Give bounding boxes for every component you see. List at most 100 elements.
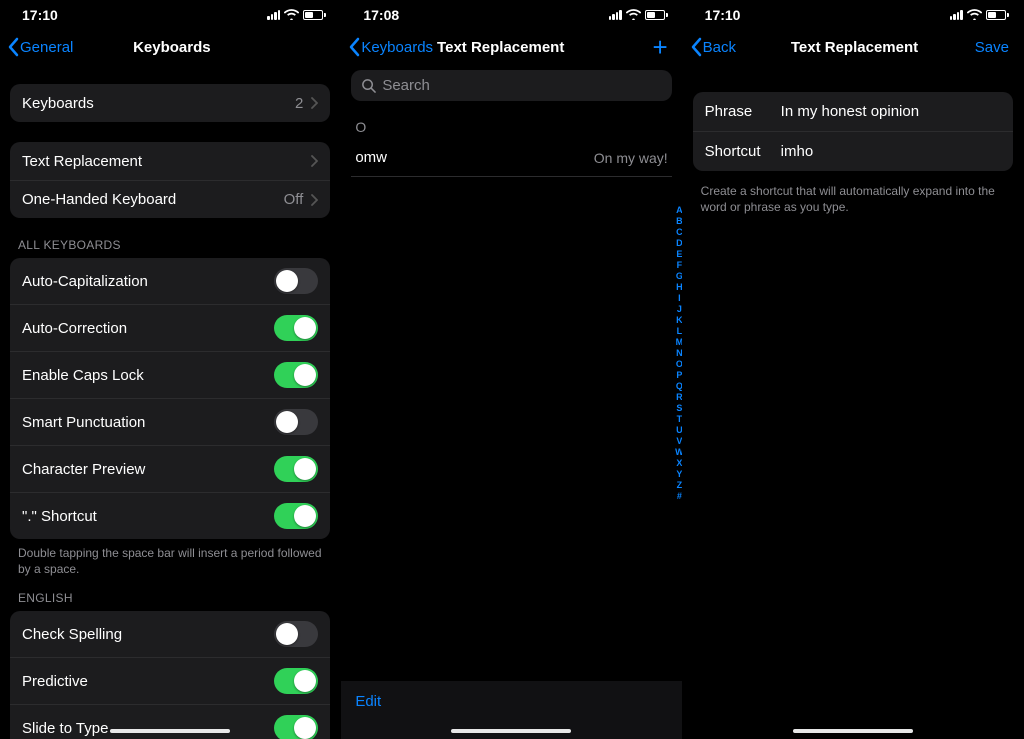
signal-icon xyxy=(609,10,622,20)
toggle-switch[interactable] xyxy=(274,362,318,388)
toggle-label: Smart Punctuation xyxy=(22,414,145,431)
back-button[interactable]: Back xyxy=(689,37,736,57)
back-label: Back xyxy=(703,39,736,56)
status-icons xyxy=(609,7,668,23)
index-letter[interactable]: Y xyxy=(675,469,682,480)
index-letter[interactable]: X xyxy=(675,458,682,469)
toggle-row: Character Preview xyxy=(10,445,330,492)
toggle-row: Check Spelling xyxy=(10,611,330,657)
index-letter[interactable]: O xyxy=(675,359,682,370)
toggle-switch[interactable] xyxy=(274,715,318,739)
toggle-switch[interactable] xyxy=(274,315,318,341)
toggle-switch[interactable] xyxy=(274,503,318,529)
page-title: Text Replacement xyxy=(736,39,973,56)
toolbar: Edit xyxy=(341,681,681,739)
phrase-value: In my honest opinion xyxy=(781,103,919,120)
chevron-left-icon xyxy=(689,37,703,57)
index-letter[interactable]: G xyxy=(675,271,682,282)
home-indicator[interactable] xyxy=(110,729,230,733)
chevron-right-icon xyxy=(311,155,318,167)
toggle-switch[interactable] xyxy=(274,456,318,482)
index-letter[interactable]: Q xyxy=(675,381,682,392)
phrase-row[interactable]: Phrase In my honest opinion xyxy=(693,92,1013,131)
index-letter[interactable]: S xyxy=(675,403,682,414)
toggle-row: Auto-Correction xyxy=(10,304,330,351)
back-button[interactable]: Keyboards xyxy=(347,37,433,57)
index-letter[interactable]: # xyxy=(675,491,682,502)
keyboards-row[interactable]: Keyboards 2 xyxy=(10,84,330,122)
index-letter[interactable]: N xyxy=(675,348,682,359)
chevron-right-icon xyxy=(311,194,318,206)
edit-button[interactable]: Edit xyxy=(355,693,381,710)
index-letter[interactable]: B xyxy=(675,216,682,227)
wifi-icon xyxy=(626,7,641,23)
index-letter[interactable]: H xyxy=(675,282,682,293)
index-letter[interactable]: V xyxy=(675,436,682,447)
index-letter[interactable]: T xyxy=(675,414,682,425)
status-icons xyxy=(267,7,326,23)
index-letter[interactable]: C xyxy=(675,227,682,238)
toggle-label: Predictive xyxy=(22,673,88,690)
index-letter[interactable]: F xyxy=(675,260,682,271)
wifi-icon xyxy=(284,7,299,23)
index-letter[interactable]: M xyxy=(675,337,682,348)
chevron-left-icon xyxy=(347,37,361,57)
index-letter[interactable]: I xyxy=(675,293,682,304)
chevron-right-icon xyxy=(311,97,318,109)
search-input[interactable] xyxy=(382,77,661,94)
screen-text-replacement-form: 17:10 Back Text Replacement Save Phrase … xyxy=(683,0,1024,739)
index-letter[interactable]: E xyxy=(675,249,682,260)
toggle-label: Slide to Type xyxy=(22,720,108,737)
section-letter: O xyxy=(351,109,671,139)
index-letter[interactable]: D xyxy=(675,238,682,249)
all-keyboards-footer: Double tapping the space bar will insert… xyxy=(10,539,330,577)
toggle-row: Slide to Type xyxy=(10,704,330,739)
cell-label: One-Handed Keyboard xyxy=(22,191,176,208)
toggle-switch[interactable] xyxy=(274,621,318,647)
toggle-label: "." Shortcut xyxy=(22,508,97,525)
shortcut-row[interactable]: Shortcut imho xyxy=(693,131,1013,171)
home-indicator[interactable] xyxy=(451,729,571,733)
shortcut-row[interactable]: omwOn my way! xyxy=(351,139,671,177)
text-replacement-row[interactable]: Text Replacement xyxy=(10,142,330,180)
shortcut-phrase: On my way! xyxy=(594,150,668,166)
index-letter[interactable]: Z xyxy=(675,480,682,491)
battery-icon xyxy=(986,10,1009,20)
index-letter[interactable]: W xyxy=(675,447,682,458)
index-letter[interactable]: J xyxy=(675,304,682,315)
content: Keyboards 2 Text Replacement One-Hand xyxy=(0,70,340,739)
content: OomwOn my way! ABCDEFGHIJKLMNOPQRSTUVWXY… xyxy=(341,70,681,739)
index-letter[interactable]: K xyxy=(675,315,682,326)
wifi-icon xyxy=(967,7,982,23)
cell-value: Off xyxy=(284,191,304,208)
index-bar[interactable]: ABCDEFGHIJKLMNOPQRSTUVWXYZ# xyxy=(675,205,682,502)
battery-icon xyxy=(303,10,326,20)
phrase-label: Phrase xyxy=(705,103,781,120)
add-button[interactable]: + xyxy=(632,34,672,60)
save-button[interactable]: Save xyxy=(973,39,1013,56)
toggle-row: Auto-Capitalization xyxy=(10,258,330,304)
signal-icon xyxy=(267,10,280,20)
cell-label: Text Replacement xyxy=(22,153,142,170)
toggle-label: Character Preview xyxy=(22,461,145,478)
index-letter[interactable]: A xyxy=(675,205,682,216)
index-letter[interactable]: R xyxy=(675,392,682,403)
index-letter[interactable]: U xyxy=(675,425,682,436)
search-field[interactable] xyxy=(351,70,671,101)
index-letter[interactable]: P xyxy=(675,370,682,381)
index-letter[interactable]: L xyxy=(675,326,682,337)
toggle-switch[interactable] xyxy=(274,409,318,435)
back-button[interactable]: General xyxy=(6,37,73,57)
screen-text-replacement-list: 17:08 Keyboards Text Replacement + OomwO… xyxy=(341,0,682,739)
clock: 17:08 xyxy=(363,7,399,23)
one-handed-row[interactable]: One-Handed Keyboard Off xyxy=(10,180,330,218)
toggle-switch[interactable] xyxy=(274,268,318,294)
toggle-switch[interactable] xyxy=(274,668,318,694)
status-bar: 17:10 xyxy=(683,0,1023,26)
back-label: Keyboards xyxy=(361,39,433,56)
home-indicator[interactable] xyxy=(793,729,913,733)
battery-icon xyxy=(645,10,668,20)
nav-bar: Keyboards Text Replacement + xyxy=(341,26,681,70)
status-bar: 17:10 xyxy=(0,0,340,26)
keyboards-count: 2 xyxy=(295,95,303,112)
